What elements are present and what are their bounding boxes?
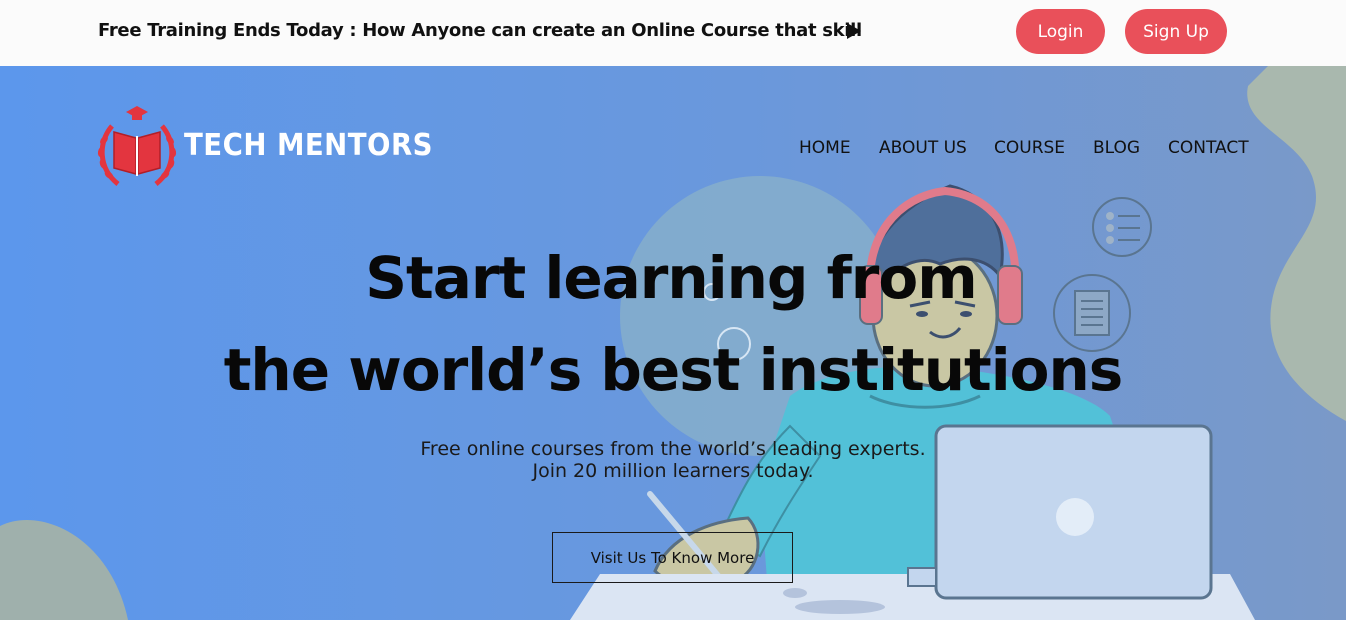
announcement-bar: Free Training Ends Today : How Anyone ca… [0,0,1346,66]
login-button[interactable]: Login [1016,9,1105,54]
visit-us-button[interactable]: Visit Us To Know More [552,532,793,583]
nav-home[interactable]: HOME [799,138,851,160]
hero-section: TECH MENTORS HOME ABOUT US COURSE BLOG C… [0,66,1346,620]
book-laurel-emblem-icon [97,106,177,186]
decor-blob-left [0,520,128,620]
nav-about-us[interactable]: ABOUT US [879,138,967,160]
brand-logo[interactable]: TECH MENTORS [94,106,433,190]
hero-subtitle-line1: Free online courses from the world’s lea… [420,438,926,460]
nav-blog[interactable]: BLOG [1093,138,1140,160]
hero-subtitle-line2: Join 20 million learners today. [532,460,814,482]
promo-link[interactable]: Free Training Ends Today : How Anyone ca… [98,20,862,44]
nav-course[interactable]: COURSE [994,138,1065,160]
signup-button[interactable]: Sign Up [1125,9,1227,54]
nav-contact[interactable]: CONTACT [1168,138,1249,160]
hero-headline-line2: the world’s best institutions [223,336,1124,404]
logo-wordmark: TECH MENTORS [184,128,434,163]
hero-headline-line1: Start learning from [365,244,977,312]
play-icon[interactable] [846,22,862,40]
